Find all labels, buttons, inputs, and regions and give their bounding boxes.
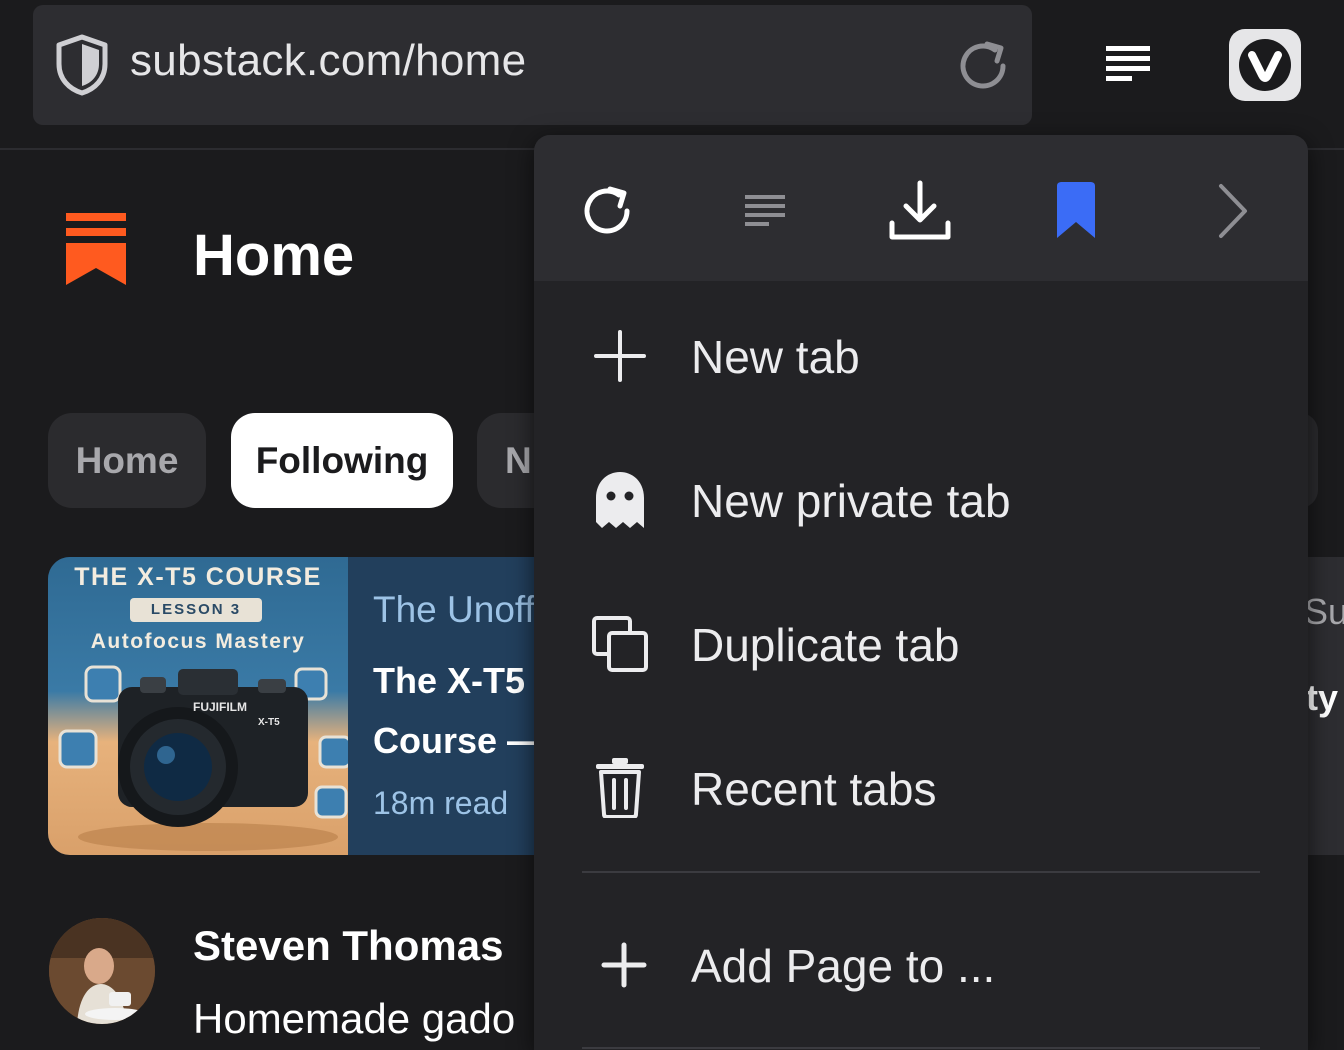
browser-toolbar: substack.com/home	[0, 0, 1344, 150]
menu-bookmark-button[interactable]	[1036, 171, 1116, 251]
lesson-badge: LESSON 3	[130, 598, 262, 622]
post-text: The Unoff The X-T5 Course — 18m read	[348, 557, 548, 855]
post-title: The X-T5 Course —	[373, 651, 543, 771]
post-title-line1: The X-T5	[373, 660, 526, 701]
page-title: Home	[193, 223, 355, 288]
reader-view-icon[interactable]	[1104, 44, 1152, 82]
menu-quick-actions	[534, 135, 1308, 281]
plus-icon	[592, 933, 656, 997]
menu-item-new-tab[interactable]: New tab	[534, 294, 1308, 414]
vivaldi-logo-icon	[1239, 39, 1291, 91]
partial-card-title: ity	[1308, 677, 1339, 718]
menu-item-add-page-to[interactable]: Add Page to ...	[534, 903, 1308, 1023]
substack-logo-icon	[66, 213, 126, 285]
reload-icon[interactable]	[957, 40, 1011, 92]
menu-item-new-private-tab[interactable]: New private tab	[534, 438, 1308, 558]
menu-item-recent-tabs[interactable]: Recent tabs	[534, 726, 1308, 846]
reader-view-icon	[745, 195, 785, 226]
shield-icon[interactable]	[55, 34, 109, 96]
menu-item-label: New private tab	[691, 475, 1011, 527]
chevron-right-icon	[1219, 184, 1247, 238]
partial-card-text: Su	[1308, 591, 1344, 632]
read-time: 18m read	[373, 785, 509, 821]
course-title: THE X-T5 COURSE	[74, 563, 322, 591]
menu-item-label: Recent tabs	[691, 763, 937, 815]
partial-post-card[interactable]: Su ity	[1308, 557, 1344, 855]
menu-item-label: Add Page to ...	[691, 940, 996, 992]
publication-name: The Unoff	[373, 589, 535, 630]
camera-model: X-T5	[258, 717, 280, 728]
menu-divider	[582, 871, 1260, 873]
tab-home[interactable]: Home	[48, 413, 206, 508]
menu-forward-button[interactable]	[1193, 171, 1273, 251]
menu-item-duplicate-tab[interactable]: Duplicate tab	[534, 582, 1308, 702]
url-text[interactable]: substack.com/home	[130, 36, 526, 86]
camera-brand: FUJIFILM	[193, 700, 247, 714]
post-excerpt[interactable]: Homemade gado	[193, 995, 535, 1043]
course-subtitle: Autofocus Mastery	[90, 630, 306, 653]
post-author[interactable]: Steven Thomas	[193, 922, 503, 970]
camera-illustration	[58, 665, 348, 851]
post-thumbnail: THE X-T5 COURSE LESSON 3 Autofocus Maste…	[48, 557, 348, 855]
menu-item-label: New tab	[691, 331, 860, 383]
menu-item-label: Duplicate tab	[691, 619, 960, 671]
tab-following[interactable]: Following	[231, 413, 453, 508]
menu-reload-button[interactable]	[568, 171, 648, 251]
menu-download-button[interactable]	[880, 171, 960, 251]
duplicate-icon	[588, 612, 652, 676]
browser-menu: New tab New private tab Duplicate tab Re…	[534, 135, 1308, 1050]
menu-divider	[582, 1047, 1260, 1049]
reload-icon	[584, 186, 630, 234]
post-title-line2: Course —	[373, 720, 544, 761]
download-icon	[889, 180, 951, 240]
vivaldi-menu-button[interactable]	[1229, 29, 1301, 101]
featured-post-card[interactable]: THE X-T5 COURSE LESSON 3 Autofocus Maste…	[48, 557, 548, 855]
plus-icon	[588, 324, 652, 388]
ghost-icon	[588, 468, 652, 532]
trash-icon	[588, 756, 652, 820]
bookmark-icon	[1057, 182, 1095, 238]
author-photo	[49, 918, 155, 1024]
menu-reader-view-button[interactable]	[725, 171, 805, 251]
address-bar[interactable]: substack.com/home	[33, 5, 1032, 125]
avatar[interactable]	[49, 918, 155, 1024]
